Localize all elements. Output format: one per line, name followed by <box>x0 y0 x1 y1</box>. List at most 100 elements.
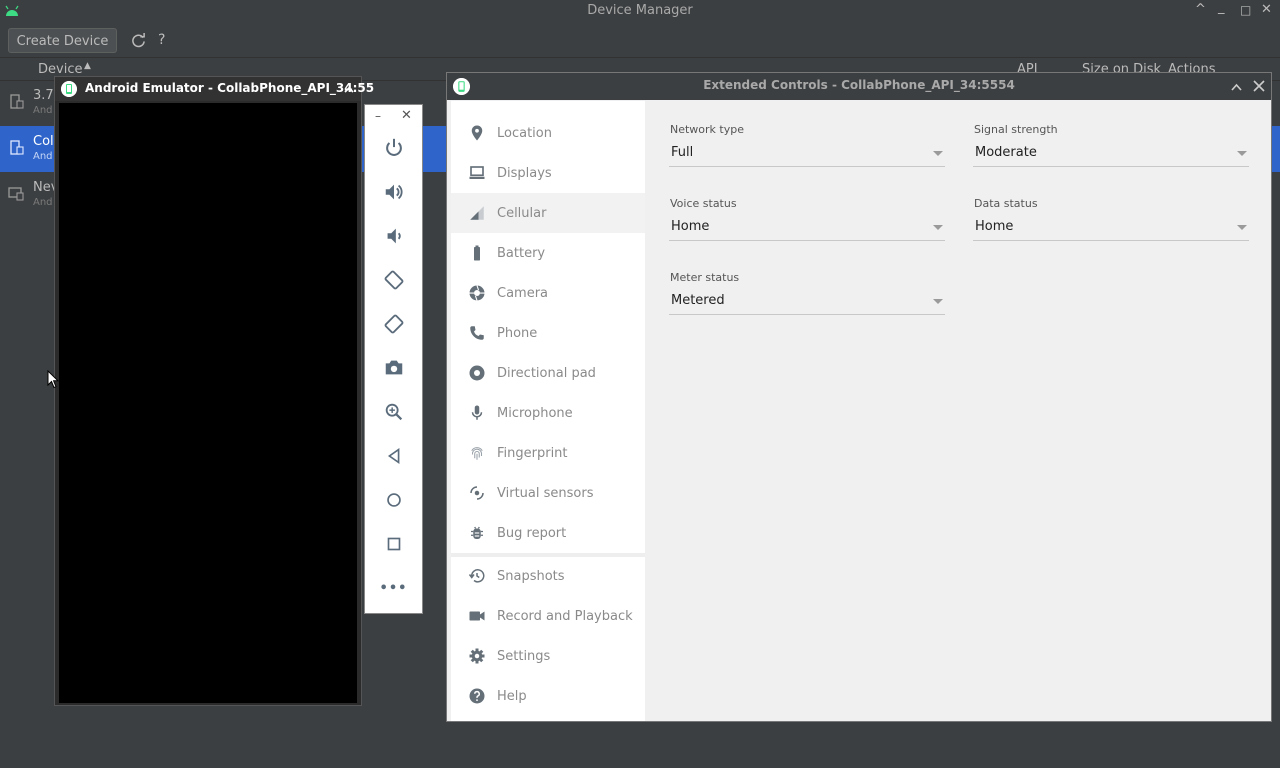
rotate-left-button[interactable] <box>365 260 422 300</box>
location-pin-icon <box>468 124 486 142</box>
volume-up-button[interactable] <box>365 172 422 212</box>
zoom-button[interactable] <box>365 392 422 432</box>
nav-label: Displays <box>497 165 552 181</box>
rotate-left-icon <box>384 270 403 290</box>
signal-strength-select[interactable]: Moderate <box>973 142 1249 167</box>
rotate-right-button[interactable] <box>365 304 422 344</box>
nav-item-location[interactable]: Location <box>451 113 645 153</box>
extended-controls-nav: Location Displays Cellular Battery Camer… <box>451 101 645 721</box>
camera-aperture-icon <box>468 284 486 302</box>
dropdown-caret-icon <box>933 299 943 304</box>
window-maximize-button[interactable]: □ <box>1240 3 1251 17</box>
nav-label: Help <box>497 688 527 704</box>
sort-ascending-icon: ▲ <box>84 61 91 71</box>
zoom-icon <box>385 403 402 421</box>
device-manager-titlebar: Device Manager ^ _ □ ✕ <box>0 0 1280 22</box>
data-status-select[interactable]: Home <box>973 216 1249 241</box>
emulator-titlebar[interactable]: Android Emulator - CollabPhone_API_34:55 <box>55 77 374 101</box>
cellular-signal-icon <box>468 204 486 222</box>
power-button[interactable] <box>365 128 422 168</box>
help-icon <box>468 687 486 705</box>
meter-status-select[interactable]: Metered <box>669 290 945 315</box>
chevron-up-icon[interactable] <box>1231 83 1242 91</box>
extended-controls-titlebar[interactable]: Extended Controls - CollabPhone_API_34:5… <box>447 73 1271 100</box>
refresh-icon[interactable] <box>131 33 146 48</box>
emulator-title: Android Emulator - CollabPhone_API_34:55 <box>85 81 375 95</box>
rotate-right-icon <box>384 314 403 334</box>
nav-item-phone[interactable]: Phone <box>451 313 645 353</box>
nav-item-snapshots[interactable]: Snapshots <box>451 556 645 596</box>
nav-label: Phone <box>497 325 538 341</box>
battery-icon <box>468 244 486 262</box>
nav-item-fingerprint[interactable]: Fingerprint <box>451 433 645 473</box>
nav-item-help[interactable]: Help <box>451 676 645 716</box>
data-status-label: Data status <box>974 197 1038 210</box>
device-name: Col <box>33 134 54 149</box>
window-close-button[interactable]: ✕ <box>1261 2 1272 17</box>
nav-item-microphone[interactable]: Microphone <box>451 393 645 433</box>
display-icon <box>468 164 486 182</box>
nav-label: Cellular <box>497 205 547 221</box>
nav-item-virtual-sensors[interactable]: Virtual sensors <box>451 473 645 513</box>
nav-label: Settings <box>497 648 551 664</box>
nav-item-cellular[interactable]: Cellular <box>451 193 645 233</box>
close-icon[interactable] <box>1253 80 1265 92</box>
nav-item-directional-pad[interactable]: Directional pad <box>451 353 645 393</box>
emulator-toolbar: – ✕ ••• <box>364 104 423 614</box>
nav-label: Microphone <box>497 405 573 421</box>
device-subtitle: And <box>33 197 53 208</box>
row-selection-highlight <box>424 126 446 172</box>
voice-status-value: Home <box>671 219 710 234</box>
voice-status-label: Voice status <box>670 197 737 210</box>
volume-up-icon <box>385 184 402 200</box>
chevron-up-icon[interactable] <box>344 86 354 93</box>
overview-button[interactable] <box>365 524 422 564</box>
gear-icon <box>468 647 486 665</box>
phone-icon <box>468 324 486 342</box>
screenshot-button[interactable] <box>365 348 422 388</box>
meter-status-label: Meter status <box>670 271 740 284</box>
nav-item-battery[interactable]: Battery <box>451 233 645 273</box>
history-icon <box>468 567 486 585</box>
emulator-screen[interactable] <box>59 103 357 703</box>
window-minimize-button[interactable]: _ <box>1218 0 1225 15</box>
voice-status-select[interactable]: Home <box>669 216 945 241</box>
column-header-device[interactable]: Device <box>38 62 82 77</box>
bug-icon <box>468 524 486 542</box>
network-type-select[interactable]: Full <box>669 142 945 167</box>
home-button[interactable] <box>365 480 422 520</box>
back-button[interactable] <box>365 436 422 476</box>
volume-down-icon <box>387 228 401 244</box>
nav-item-settings[interactable]: Settings <box>451 636 645 676</box>
nav-item-record-and-playback[interactable]: Record and Playback <box>451 596 645 636</box>
nav-item-camera[interactable]: Camera <box>451 273 645 313</box>
window-collapse-button[interactable]: ^ <box>1195 2 1206 17</box>
nav-label: Fingerprint <box>497 445 568 461</box>
toolbar-minimize-button[interactable]: – <box>375 109 381 123</box>
more-button[interactable]: ••• <box>365 568 422 608</box>
create-device-button[interactable]: Create Device <box>8 28 117 53</box>
volume-down-button[interactable] <box>365 216 422 256</box>
data-status-value: Home <box>975 219 1014 234</box>
nav-label: Location <box>497 125 552 141</box>
device-name: 3.7 <box>33 88 54 103</box>
nav-label: Record and Playback <box>497 608 633 624</box>
device-name: Nev <box>33 180 55 195</box>
dropdown-caret-icon <box>1237 151 1247 156</box>
network-type-value: Full <box>671 145 694 160</box>
nav-item-displays[interactable]: Displays <box>451 153 645 193</box>
help-button[interactable]: ? <box>158 32 165 48</box>
extended-controls-title: Extended Controls - CollabPhone_API_34:5… <box>703 78 1015 92</box>
overview-icon <box>387 537 400 551</box>
device-subtitle: And <box>33 105 53 116</box>
meter-status-value: Metered <box>671 293 725 308</box>
nav-label: Camera <box>497 285 549 301</box>
toolbar-close-button[interactable]: ✕ <box>401 108 412 123</box>
dropdown-caret-icon <box>1237 225 1247 230</box>
nav-item-bug-report[interactable]: Bug report <box>451 513 645 553</box>
window-title: Device Manager <box>587 3 693 18</box>
extended-controls-window: Extended Controls - CollabPhone_API_34:5… <box>446 72 1272 722</box>
nav-label: Snapshots <box>497 568 565 584</box>
network-type-label: Network type <box>670 123 744 136</box>
fingerprint-icon <box>468 444 486 462</box>
